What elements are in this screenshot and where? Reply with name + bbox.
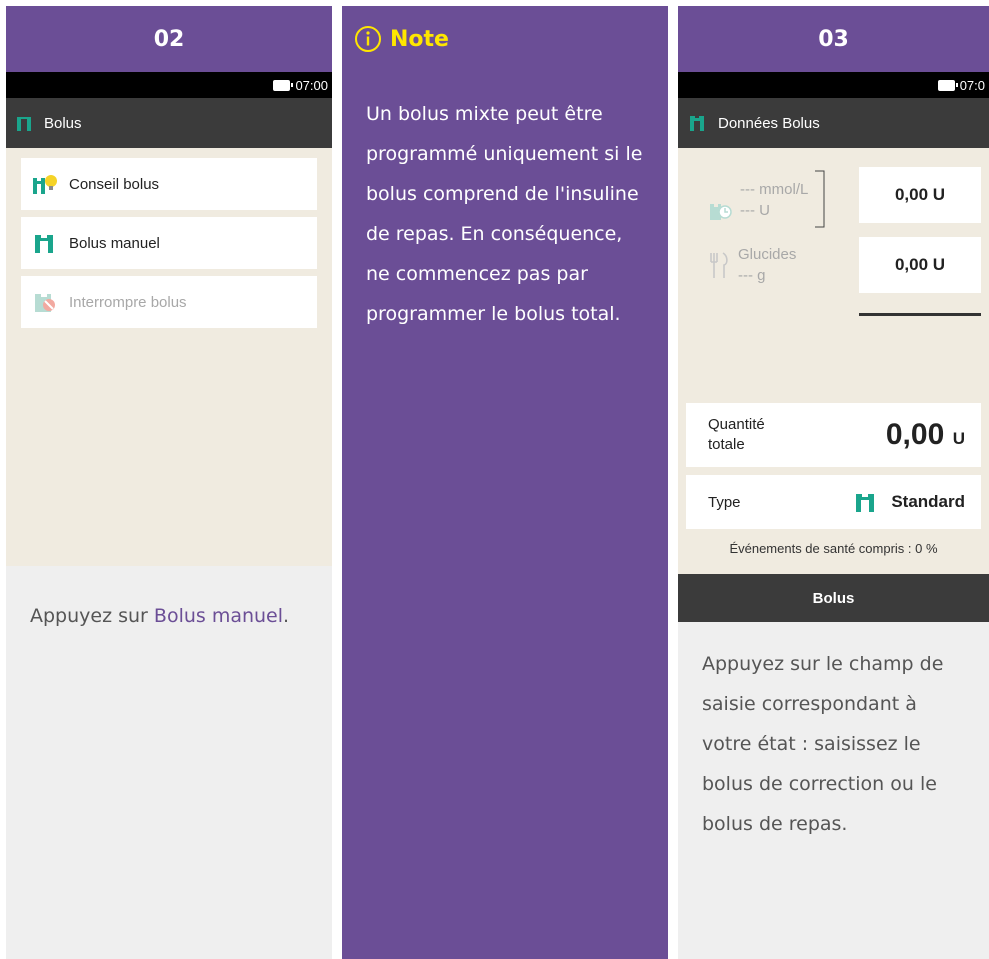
meal-labels: Glucides --- g	[708, 244, 796, 286]
battery-icon	[937, 79, 958, 91]
total-unit: U	[952, 429, 965, 448]
caption-link-bolus-manuel: Bolus manuel	[153, 605, 284, 627]
correction-labels: --- mmol/L --- U	[708, 169, 828, 228]
carbs-value: --- g	[738, 267, 766, 284]
correction-bolus-field[interactable]: 0,00 U	[859, 167, 981, 223]
battery-icon	[273, 79, 294, 91]
step-03-caption: Appuyez sur le champ de saisie correspon…	[702, 653, 944, 835]
total-quantity: Quantité totale 0,00 U	[686, 403, 981, 467]
menu-item-interrompre-bolus: Interrompre bolus	[21, 276, 317, 328]
correction-row: --- mmol/L --- U 0,00 U	[686, 162, 981, 228]
total-label: Quantité totale	[708, 416, 765, 453]
bolus-data-screen: --- mmol/L --- U 0,00 U Glucides --- g 0…	[678, 148, 989, 574]
bracket-icon	[815, 170, 825, 228]
status-time: 07:00	[295, 77, 328, 93]
type-value-group: Standard	[853, 491, 965, 513]
step-number: 03	[678, 6, 989, 72]
info-icon	[355, 26, 381, 52]
health-events-text: Événements de santé compris : 0 %	[729, 541, 938, 556]
total-value: 0,00	[885, 418, 945, 451]
meal-label: Glucides	[738, 246, 797, 263]
bolus-icon	[856, 494, 875, 512]
meal-row: Glucides --- g 0,00 U	[686, 232, 981, 298]
meal-bolus-field[interactable]: 0,00 U	[859, 237, 981, 293]
type-label: Type	[708, 493, 741, 511]
status-time: 07:0	[959, 77, 985, 93]
status-bar: 07:0	[678, 72, 989, 98]
meal-icon	[710, 252, 728, 278]
menu-item-bolus-manuel[interactable]: Bolus manuel	[21, 217, 317, 269]
step-number: 02	[6, 6, 332, 72]
correction-units: --- U	[740, 202, 770, 219]
bolus-icon	[17, 117, 31, 131]
bolus-icon	[35, 235, 53, 253]
bolus-icon	[690, 116, 704, 131]
bolus-type-row[interactable]: Type Standard	[686, 475, 981, 529]
note-title: Note	[390, 26, 449, 52]
total-value-group: 0,00 U	[886, 418, 965, 452]
bolus-menu: Conseil bolus Bolus manuel Interrompre b…	[6, 148, 332, 566]
menu-item-label: Bolus manuel	[69, 234, 160, 252]
app-bar: Données Bolus	[678, 98, 989, 148]
app-bar: Bolus	[6, 98, 332, 148]
screen-title: Bolus	[44, 114, 82, 132]
step-02-panel: 02 07:00 Bolus Conseil bolus Bolus manue…	[6, 6, 332, 959]
menu-item-label: Conseil bolus	[69, 175, 160, 193]
note-text: Un bolus mixte peut être programmé uniqu…	[366, 103, 643, 325]
note-header: Note	[342, 6, 668, 72]
status-bar: 07:00	[6, 72, 332, 98]
bolus-inputs: --- mmol/L --- U 0,00 U Glucides --- g 0…	[678, 148, 989, 403]
menu-item-label: Interrompre bolus	[69, 293, 187, 311]
glucose-value: --- mmol/L	[740, 181, 809, 198]
caption-text: Appuyez sur	[30, 605, 154, 627]
caption-period: .	[283, 605, 290, 627]
correction-bolus-icon	[710, 204, 732, 220]
menu-item-conseil-bolus[interactable]: Conseil bolus	[21, 158, 317, 210]
screen-title: Données Bolus	[718, 114, 820, 132]
note-panel: Note Un bolus mixte peut être programmé …	[342, 6, 668, 959]
bolus-button[interactable]: Bolus	[678, 574, 989, 622]
sum-divider	[859, 313, 981, 316]
cancel-bolus-icon	[35, 294, 55, 312]
type-value: Standard	[891, 492, 965, 511]
step-02-caption: Appuyez sur Bolus manuel.	[6, 566, 332, 666]
step-03-panel: 03 07:0 Données Bolus --- mmol/L --- U 0…	[678, 6, 989, 959]
bolus-advice-icon	[33, 175, 57, 194]
